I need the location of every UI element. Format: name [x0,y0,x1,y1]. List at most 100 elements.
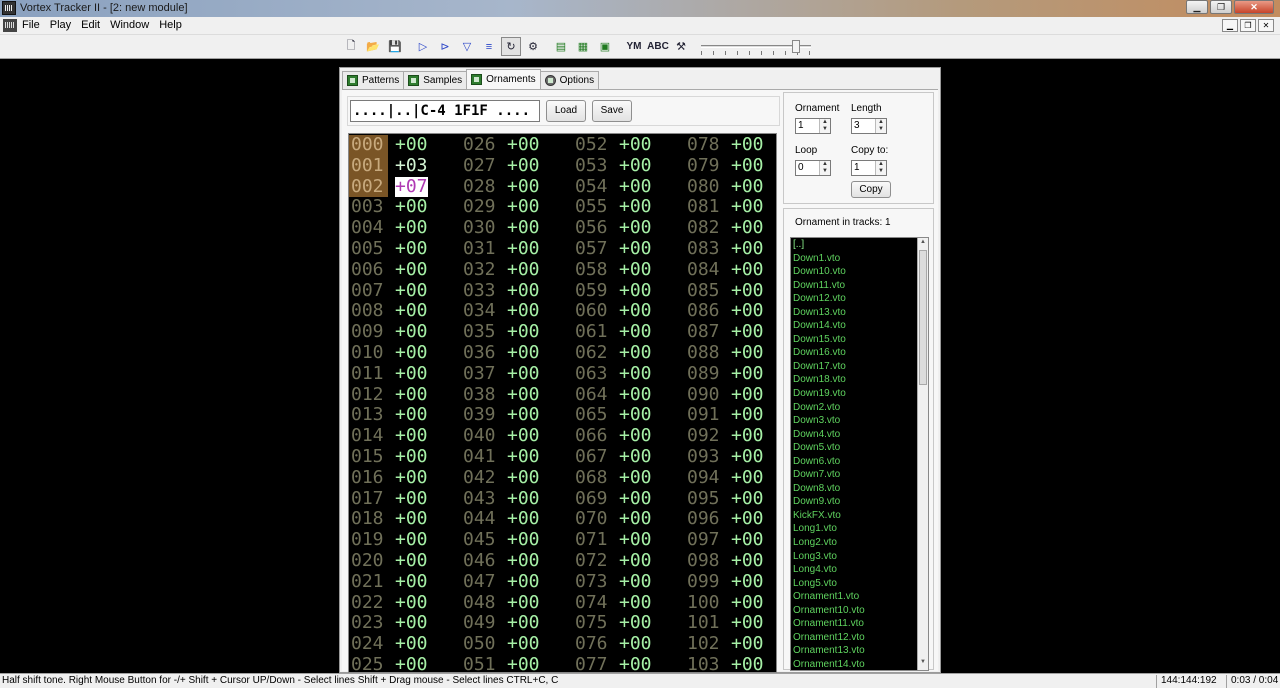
file-list-item[interactable]: Ornament1.vto [791,590,928,604]
load-button[interactable]: Load [546,100,586,122]
spin-arrows-icon[interactable]: ▲ ▼ [819,119,830,133]
menu-help[interactable]: Help [159,19,182,31]
file-list-item[interactable]: Down17.vto [791,360,928,374]
file-list-item[interactable]: Down11.vto [791,279,928,293]
ornament-shift-value[interactable]: +00 [395,342,428,364]
ornament-shift-value[interactable]: +00 [731,654,764,672]
ornament-shift-value[interactable]: +00 [619,217,652,239]
ornament-shift-value[interactable]: +00 [507,571,540,593]
ornament-shift-value[interactable]: +00 [731,592,764,614]
ornament-shift-value[interactable]: +00 [731,509,764,530]
file-list-item[interactable]: Down12.vto [791,292,928,306]
tracks-manager-icon[interactable]: ⚙ [523,37,543,56]
ornament-shift-value[interactable]: +00 [731,197,764,218]
ornament-shift-value[interactable]: +00 [619,176,652,198]
copy-to-spinner[interactable]: 1 ▲ ▼ [851,160,887,176]
file-list-item[interactable]: Down19.vto [791,387,928,401]
save-disk-icon[interactable]: 💾 [385,37,405,56]
child-restore-button[interactable]: ❐ [1240,19,1256,32]
file-list-item[interactable]: Ornament13.vto [791,644,928,658]
ornament-shift-value[interactable]: +00 [395,363,428,385]
file-list-item[interactable]: Long1.vto [791,522,928,536]
ornament-shift-value[interactable]: +00 [395,197,428,218]
ornament-shift-value[interactable]: +00 [619,321,652,343]
ornament-shift-value[interactable]: +00 [395,280,428,302]
ornament-shift-value[interactable]: +00 [619,363,652,385]
ornament-number-spinner[interactable]: 1 ▲ ▼ [795,118,831,134]
new-file-icon[interactable]: 🗋 [341,37,361,56]
ornament-shift-value[interactable]: +00 [731,155,764,177]
ornament-shift-value[interactable]: +00 [507,301,540,322]
ornament-shift-value[interactable]: +00 [731,529,764,551]
file-list-item[interactable]: Down3.vto [791,414,928,428]
ornament-shift-value[interactable]: +00 [507,280,540,302]
ornament-shift-value[interactable]: +07 [395,176,428,198]
ornament-shift-value[interactable]: +00 [507,425,540,447]
ornament-file-list[interactable]: [..] Down1.vto Down10.vto Down11.vto Down12.… [790,237,929,671]
file-list-item[interactable]: Ornament12.vto [791,631,928,645]
child-close-button[interactable]: ✕ [1258,19,1274,32]
ornament-shift-value[interactable]: +00 [395,301,428,322]
file-list-item[interactable]: Down10.vto [791,265,928,279]
play-icon[interactable]: ▷ [413,37,433,56]
ornament-shift-value[interactable]: +00 [731,176,764,198]
ornament-shift-value[interactable]: +00 [395,529,428,551]
ornament-shift-value[interactable]: +00 [507,321,540,343]
ornament-shift-value[interactable]: +00 [731,238,764,260]
insert-pattern-icon[interactable]: ▦ [573,37,593,56]
ornament-shift-value[interactable]: +00 [395,259,428,281]
play-from-start-icon[interactable]: ⊳ [435,37,455,56]
ornament-shift-value[interactable]: +00 [731,467,764,489]
ornament-shift-value[interactable]: +00 [395,488,428,510]
ornament-shift-value[interactable]: +00 [731,633,764,655]
ornament-shift-value[interactable]: +00 [619,550,652,572]
ornament-shift-value[interactable]: +00 [507,217,540,239]
file-list-item[interactable]: Down15.vto [791,333,928,347]
ornament-shift-value[interactable]: +00 [619,342,652,364]
ornament-shift-value[interactable]: +00 [731,280,764,302]
delete-pattern-icon[interactable]: ▣ [595,37,615,56]
ornament-shift-value[interactable]: +00 [395,446,428,468]
ornament-shift-value[interactable]: +00 [395,613,428,634]
ornament-shift-value[interactable]: +00 [507,592,540,614]
ornament-shift-value[interactable]: +00 [395,384,428,406]
ornament-shift-value[interactable]: +00 [731,488,764,510]
ornament-shift-value[interactable]: +00 [619,405,652,426]
maximize-button[interactable]: ❐ [1210,0,1232,14]
ornament-shift-value[interactable]: +00 [619,488,652,510]
file-list-item[interactable]: Ornament11.vto [791,617,928,631]
ornament-shift-value[interactable]: +00 [731,613,764,634]
ornament-shift-value[interactable]: +00 [731,342,764,364]
file-list-item[interactable]: Down16.vto [791,346,928,360]
ornament-shift-value[interactable]: +00 [507,613,540,634]
stop-icon[interactable]: ▽ [457,37,477,56]
minimize-button[interactable]: ▁ [1186,0,1208,14]
file-list-item[interactable]: Long5.vto [791,577,928,591]
ornament-shift-value[interactable]: +00 [731,259,764,281]
ornament-shift-value[interactable]: +00 [619,384,652,406]
mdi-child-icon[interactable] [3,19,17,32]
ornament-shift-value[interactable]: +00 [619,301,652,322]
file-list-item[interactable]: KickFX.vto [791,509,928,523]
ornament-shift-value[interactable]: +00 [395,467,428,489]
ornament-shift-value[interactable]: +00 [619,654,652,672]
ornament-shift-value[interactable]: +00 [507,384,540,406]
file-list-item[interactable]: Down1.vto [791,252,928,266]
ornament-shift-value[interactable]: +00 [731,217,764,239]
ornament-shift-value[interactable]: +00 [731,405,764,426]
ornament-shift-value[interactable]: +00 [619,238,652,260]
ornament-shift-value[interactable]: +00 [731,363,764,385]
file-list-item[interactable]: Down8.vto [791,482,928,496]
child-minimize-button[interactable]: ▁ [1222,19,1238,32]
ornament-shift-value[interactable]: +00 [507,155,540,177]
ornament-shift-value[interactable]: +00 [507,238,540,260]
volume-slider[interactable] [697,39,825,55]
file-list-scrollbar[interactable]: ▲ ▼ [917,238,928,670]
file-list-item[interactable]: Down14.vto [791,319,928,333]
ornament-shift-value[interactable]: +00 [731,384,764,406]
file-list-item[interactable]: Down2.vto [791,401,928,415]
ornament-shift-value[interactable]: +00 [619,446,652,468]
file-list-item[interactable]: Ornament14.vto [791,658,928,670]
ornament-shift-value[interactable]: +00 [731,571,764,593]
options-icon[interactable]: ⚒ [671,37,691,56]
